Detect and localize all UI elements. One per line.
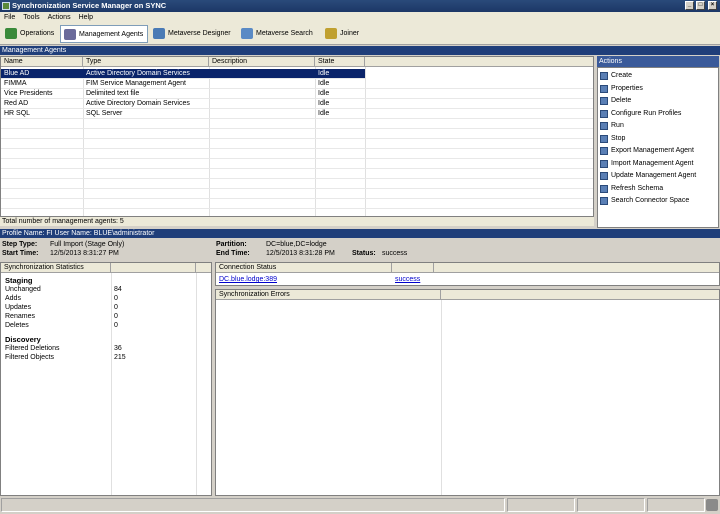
refresh-icon <box>600 184 608 193</box>
col-name[interactable]: Name <box>1 57 83 67</box>
col-state[interactable]: State <box>315 57 365 67</box>
action-delete[interactable]: Delete <box>600 95 631 107</box>
actions-title: Actions <box>597 56 719 67</box>
operations-button[interactable]: Operations <box>2 25 58 43</box>
step-type-label: Step Type: <box>2 241 38 248</box>
action-properties[interactable]: Properties <box>600 83 643 95</box>
sync-errors-title: Synchronization Errors <box>216 290 441 300</box>
action-import-ma[interactable]: Import Management Agent <box>600 158 694 170</box>
table-row[interactable]: HR SQL SQL Server Idle <box>1 109 593 119</box>
connection-result-link[interactable]: success <box>395 276 420 283</box>
statusbar-main <box>1 498 505 512</box>
status-label: Status: <box>352 250 376 257</box>
start-time-value: 12/5/2013 8:31:27 PM <box>50 250 119 257</box>
management-agents-icon <box>64 29 76 40</box>
end-time-value: 12/5/2013 8:31:28 PM <box>266 250 335 257</box>
metaverse-search-button[interactable]: Metaverse Search <box>238 25 317 43</box>
window-title: Synchronization Service Manager on SYNC <box>12 1 167 10</box>
table-row[interactable]: Red AD Active Directory Domain Services … <box>1 99 593 109</box>
menu-bar: File Tools Actions Help <box>0 12 720 23</box>
stop-icon <box>600 134 608 143</box>
menu-help[interactable]: Help <box>75 12 97 23</box>
action-search-connector-space[interactable]: Search Connector Space <box>600 195 689 207</box>
delete-icon <box>600 97 608 105</box>
sync-stats-panel: Synchronization Statistics Staging Uncha… <box>0 262 212 496</box>
stat-filtered-deletions[interactable]: Filtered Deletions 36 <box>1 344 211 353</box>
toolbar: Operations Management Agents Metaverse D… <box>0 23 720 45</box>
operations-icon <box>5 28 17 39</box>
statusbar-panel-2 <box>577 498 645 512</box>
action-export-ma[interactable]: Export Management Agent <box>600 145 694 157</box>
export-icon <box>600 147 608 155</box>
col-type[interactable]: Type <box>83 57 209 67</box>
staging-heading: Staging <box>5 276 33 285</box>
connection-status-panel: Connection Status DC.blue.lodge:389 succ… <box>215 262 720 286</box>
stat-updates[interactable]: Updates 0 <box>1 303 211 312</box>
properties-icon <box>600 84 608 93</box>
statusbar-panel-1 <box>507 498 575 512</box>
stat-deletes[interactable]: Deletes 0 <box>1 321 211 330</box>
end-time-label: End Time: <box>216 250 250 257</box>
management-agents-button[interactable]: Management Agents <box>60 25 149 43</box>
sync-errors-panel: Synchronization Errors <box>215 289 720 496</box>
action-refresh-schema[interactable]: Refresh Schema <box>600 183 663 195</box>
search-icon <box>600 197 608 205</box>
close-button[interactable]: × <box>708 1 717 10</box>
maximize-button[interactable]: □ <box>696 1 705 10</box>
sync-status-icon <box>706 499 718 511</box>
partition-value: DC=blue,DC=lodge <box>266 241 327 248</box>
metaverse-search-icon <box>241 28 253 39</box>
step-type-value: Full Import (Stage Only) <box>50 241 125 248</box>
ma-panel-header: Management Agents <box>0 46 720 55</box>
menu-tools[interactable]: Tools <box>19 12 43 23</box>
menu-actions[interactable]: Actions <box>44 12 75 23</box>
sync-stats-title: Synchronization Statistics <box>1 263 111 273</box>
run-icon <box>600 122 608 130</box>
discovery-heading: Discovery <box>5 335 41 344</box>
joiner-button[interactable]: Joiner <box>322 25 363 43</box>
action-update-ma[interactable]: Update Management Agent <box>600 170 696 182</box>
action-stop[interactable]: Stop <box>600 133 625 145</box>
table-row[interactable]: Blue AD Active Directory Domain Services… <box>1 69 365 79</box>
action-create[interactable]: Create <box>600 70 632 82</box>
col-description[interactable]: Description <box>209 57 315 67</box>
connection-server-link[interactable]: DC.blue.lodge:389 <box>219 276 277 283</box>
metaverse-designer-icon <box>153 28 165 39</box>
table-row[interactable]: FIMMA FIM Service Management Agent Idle <box>1 79 593 89</box>
action-run[interactable]: Run <box>600 120 624 132</box>
start-time-label: Start Time: <box>2 250 39 257</box>
actions-pane: Actions Create Properties Delete Configu… <box>597 56 719 228</box>
update-icon <box>600 172 608 180</box>
metaverse-designer-button[interactable]: Metaverse Designer <box>150 25 235 43</box>
partition-label: Partition: <box>216 241 247 248</box>
connection-status-title: Connection Status <box>216 263 392 273</box>
stat-renames[interactable]: Renames 0 <box>1 312 211 321</box>
app-icon <box>2 2 10 10</box>
table-row[interactable]: Vice Presidents Delimited text file Idle <box>1 89 593 99</box>
menu-file[interactable]: File <box>0 12 19 23</box>
joiner-icon <box>325 28 337 39</box>
statusbar-panel-3 <box>647 498 705 512</box>
profile-header: Profile Name: FI User Name: BLUE\adminis… <box>0 229 720 238</box>
stat-filtered-objects[interactable]: Filtered Objects 215 <box>1 353 211 362</box>
status-value: success <box>382 250 408 257</box>
ma-count: Total number of management agents: 5 <box>0 217 594 226</box>
stat-adds[interactable]: Adds 0 <box>1 294 211 303</box>
title-bar: Synchronization Service Manager on SYNC … <box>0 0 720 12</box>
minimize-button[interactable]: _ <box>685 1 694 10</box>
import-icon <box>600 159 608 168</box>
stat-unchanged[interactable]: Unchanged 84 <box>1 285 211 294</box>
create-icon <box>600 72 608 80</box>
configure-icon <box>600 109 608 118</box>
action-configure-run-profiles[interactable]: Configure Run Profiles <box>600 108 681 120</box>
ma-grid: Name Type Description State Blue AD Acti… <box>0 56 594 217</box>
